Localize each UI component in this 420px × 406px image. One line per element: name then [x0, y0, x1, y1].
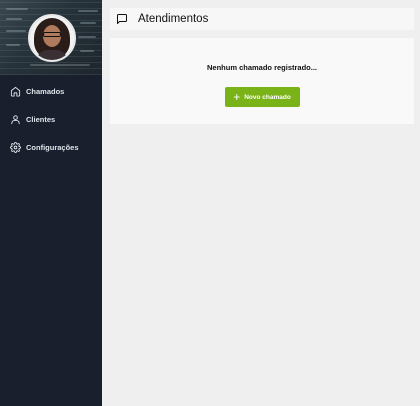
page-header: Atendimentos [110, 8, 414, 30]
gear-icon [10, 141, 21, 153]
new-ticket-button-label: Novo chamado [244, 93, 291, 101]
chat-bubble-icon [117, 14, 127, 24]
plus-icon: + [233, 90, 241, 104]
sidebar-item-chamados[interactable]: Chamados [0, 77, 102, 105]
sidebar: Chamados Clientes Configurações [0, 0, 102, 406]
tickets-panel: Nenhum chamado registrado... + Novo cham… [110, 38, 414, 124]
sidebar-item-configuracoes[interactable]: Configurações [0, 133, 102, 161]
new-ticket-button[interactable]: + Novo chamado [224, 87, 300, 107]
sidebar-nav: Chamados Clientes Configurações [0, 75, 102, 161]
sidebar-item-label: Chamados [26, 86, 65, 96]
user-icon [11, 114, 20, 124]
sidebar-banner [0, 0, 102, 75]
empty-state-message: Nenhum chamado registrado... [206, 63, 318, 72]
page-title: Atendimentos [138, 13, 209, 25]
avatar[interactable] [28, 14, 76, 62]
sidebar-item-label: Clientes [26, 114, 56, 124]
home-icon [10, 86, 21, 97]
sidebar-item-clientes[interactable]: Clientes [0, 105, 102, 133]
sidebar-item-label: Configurações [26, 142, 79, 152]
